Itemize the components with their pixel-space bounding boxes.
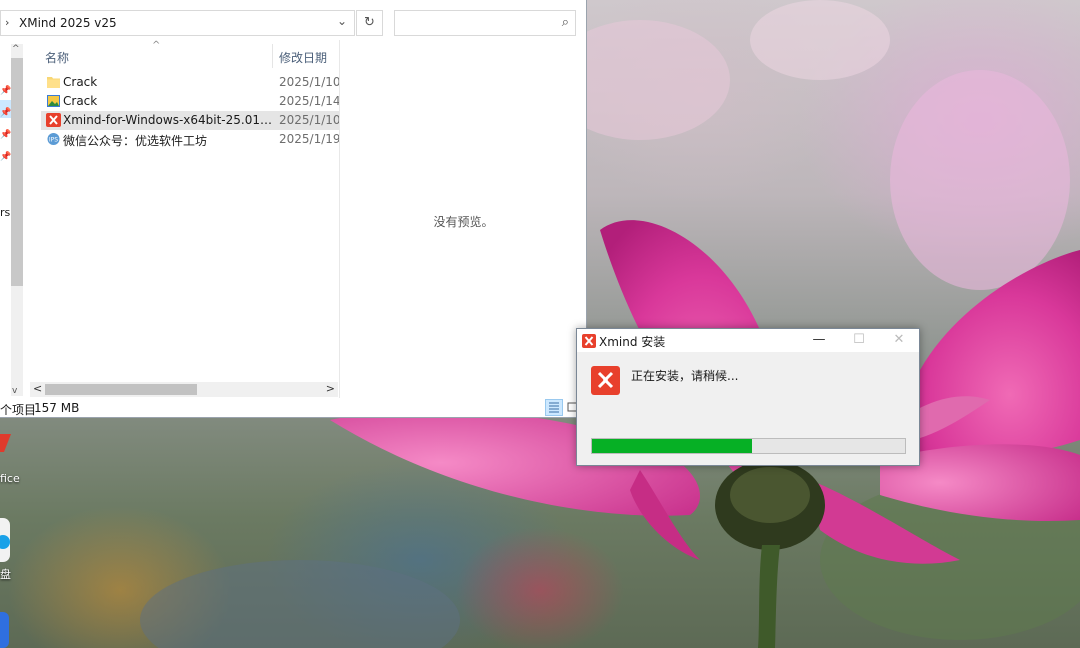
column-header-date[interactable]: 修改日期	[279, 49, 327, 66]
preview-empty-text: 没有预览。	[433, 215, 494, 229]
search-input[interactable]: ⌕	[394, 10, 576, 36]
bitmap-image-icon	[47, 95, 60, 107]
web-shortcut-icon: IPS	[47, 133, 60, 145]
file-explorer-window: › XMind 2025 v25 ⌄ ↻ ⌕ 📌 📌 📌 📌 rs ^ v 名称…	[0, 0, 587, 418]
nav-item-fragment[interactable]: rs	[0, 206, 10, 219]
file-row[interactable]: Crack 2025/1/14 2	[41, 92, 339, 111]
file-date: 2025/1/10 1	[279, 113, 339, 127]
file-row[interactable]: IPS 微信公众号：优选软件工坊 2025/1/19 1	[41, 130, 339, 149]
sort-ascending-icon: ^	[152, 40, 161, 51]
item-count: 个项目	[0, 403, 37, 417]
file-name: Xmind-for-Windows-x64bit-25.01.010...	[63, 113, 273, 127]
installer-body: 正在安装，请稍候...	[577, 352, 919, 465]
pin-icon: 📌	[0, 108, 12, 118]
minimize-button[interactable]: —	[799, 329, 839, 352]
file-row[interactable]: Crack 2025/1/10 1	[41, 73, 339, 92]
xmind-logo-icon	[591, 366, 620, 395]
cloud-drive-icon[interactable]	[0, 518, 11, 565]
xmind-app-icon	[46, 113, 61, 127]
nav-pane-scrollbar[interactable]: ^ v	[11, 44, 23, 396]
file-name: Crack	[63, 75, 98, 89]
address-bar-row: › XMind 2025 v25 ⌄ ↻ ⌕	[0, 8, 587, 38]
pin-icon: 📌	[0, 86, 12, 96]
address-history-dropdown-icon[interactable]: ⌄	[337, 14, 347, 28]
breadcrumb-chevron-icon[interactable]: ›	[5, 16, 9, 29]
refresh-button[interactable]: ↻	[356, 10, 383, 36]
svg-text:IPS: IPS	[49, 137, 58, 144]
installer-title-bar[interactable]: Xmind 安装 — ☐ ✕	[577, 329, 919, 352]
install-progress-fill	[592, 439, 752, 453]
file-date: 2025/1/10 1	[279, 75, 339, 89]
preview-pane: 没有预览。	[339, 40, 586, 398]
file-name: Crack	[63, 94, 98, 108]
selection-size: 157 MB	[34, 401, 80, 415]
details-view-icon	[549, 402, 559, 413]
file-list-header: 名称 ^ 修改日期	[37, 40, 339, 68]
nav-scroll-thumb[interactable]	[11, 58, 23, 286]
close-button[interactable]: ✕	[879, 329, 919, 352]
column-divider[interactable]	[272, 44, 273, 68]
install-progress-bar	[591, 438, 906, 454]
file-date: 2025/1/14 2	[279, 94, 339, 108]
file-row-selected[interactable]: Xmind-for-Windows-x64bit-25.01.010... 20…	[41, 111, 339, 130]
desktop-icon-label-drive: 盘	[0, 568, 11, 581]
installer-dialog: Xmind 安装 — ☐ ✕ 正在安装，请稍候...	[576, 328, 920, 466]
breadcrumb[interactable]: XMind 2025 v25	[19, 16, 117, 30]
folder-icon	[47, 77, 60, 88]
address-bar[interactable]: › XMind 2025 v25 ⌄	[0, 10, 355, 36]
horizontal-scroll-thumb[interactable]	[45, 384, 197, 395]
scroll-right-icon[interactable]: >	[326, 382, 335, 395]
details-view-button[interactable]	[545, 399, 563, 416]
installer-title: Xmind 安装	[599, 335, 666, 349]
column-header-name[interactable]: 名称	[45, 49, 69, 66]
pin-icon: 📌	[0, 152, 12, 162]
file-name: 微信公众号：优选软件工坊	[63, 134, 208, 148]
file-date: 2025/1/19 1	[279, 132, 339, 146]
search-icon: ⌕	[561, 15, 569, 30]
file-list-horizontal-scrollbar[interactable]: < >	[30, 382, 338, 397]
scroll-left-icon[interactable]: <	[33, 382, 42, 395]
maximize-button[interactable]: ☐	[839, 329, 879, 352]
desktop-icon-label-office: fice	[0, 472, 20, 485]
scroll-up-icon[interactable]: ^	[12, 44, 20, 54]
status-bar: 个项目 157 MB	[0, 399, 586, 417]
blue-app-icon[interactable]	[0, 612, 10, 648]
installing-message: 正在安装，请稍候...	[631, 369, 739, 383]
xmind-logo-icon	[582, 334, 596, 348]
pin-icon: 📌	[0, 130, 12, 140]
scroll-down-icon[interactable]: v	[12, 386, 17, 396]
office-app-icon[interactable]	[0, 432, 12, 457]
